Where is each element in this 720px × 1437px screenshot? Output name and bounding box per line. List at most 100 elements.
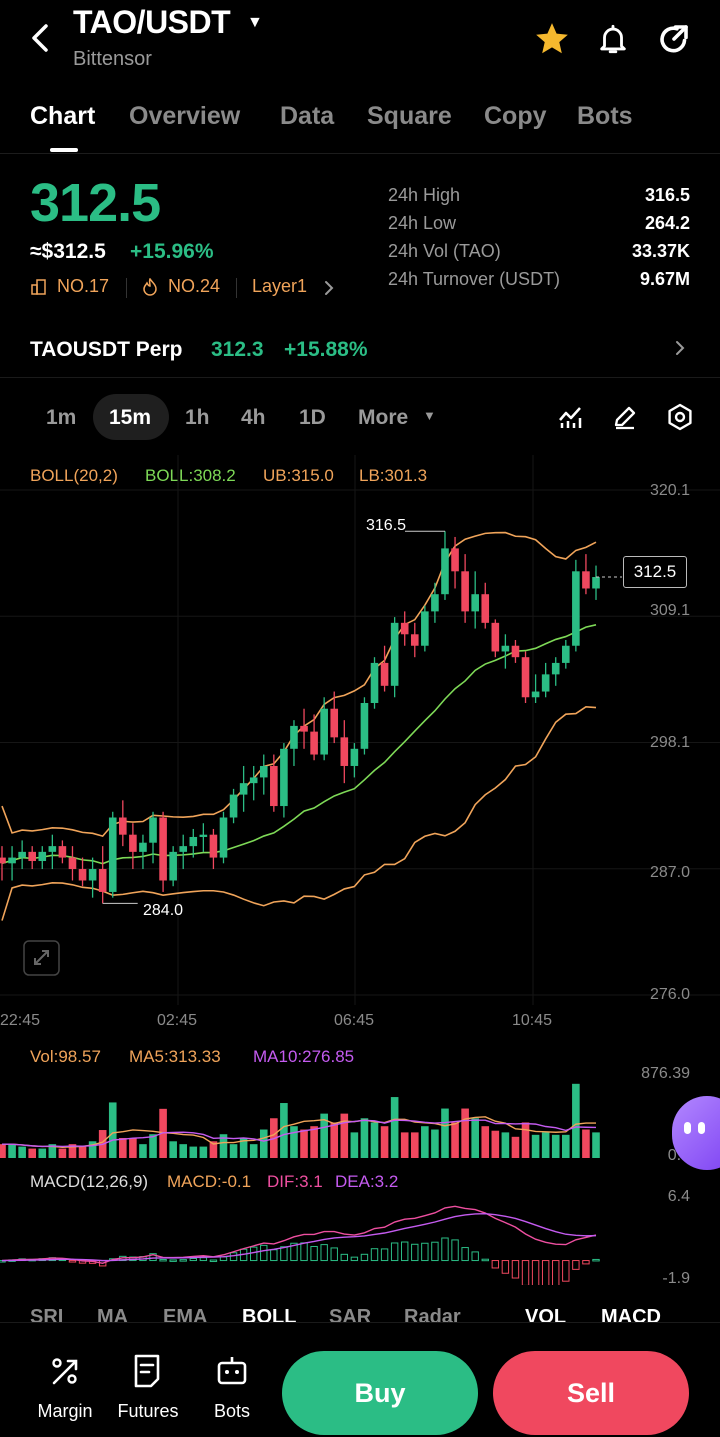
volume-bar [582, 1129, 590, 1158]
back-icon[interactable] [26, 18, 56, 58]
category-tag[interactable]: Layer1 [252, 276, 307, 297]
margin-icon [52, 1358, 78, 1385]
tab-chart[interactable]: Chart [30, 102, 95, 131]
bots-button[interactable]: Bots [197, 1353, 267, 1422]
candle-body [320, 708, 328, 755]
interval-4h[interactable]: 4h [241, 406, 266, 430]
share-icon[interactable] [656, 20, 692, 58]
interval-1h[interactable]: 1h [185, 406, 210, 430]
chevron-right-icon[interactable] [323, 280, 335, 296]
fullscreen-icon[interactable] [23, 940, 60, 976]
indicator-tabs: SRI MA EMA BOLL SAR Radar VOL MACD [0, 1300, 720, 1324]
volume-bar [28, 1148, 37, 1158]
candle-body [159, 817, 167, 881]
draw-icon[interactable] [612, 404, 638, 430]
flame-icon [143, 278, 157, 296]
chevron-down-icon[interactable]: ▼ [247, 14, 263, 32]
macd-histogram-bar [179, 1259, 187, 1262]
macd-histogram-bar [552, 1260, 560, 1285]
macd-axis-bottom: -1.9 [662, 1270, 690, 1287]
futures-button[interactable]: Futures [113, 1353, 183, 1422]
candle-body [360, 702, 369, 749]
tab-overview[interactable]: Overview [129, 102, 240, 131]
candle-body [310, 731, 318, 755]
interval-1d[interactable]: 1D [299, 406, 326, 430]
volume-bar [390, 1097, 399, 1158]
candle-body [239, 783, 248, 795]
volume-bar [561, 1134, 570, 1158]
price-change: +15.96% [130, 240, 214, 263]
candle-body [461, 571, 469, 612]
candle-body [471, 594, 479, 612]
interval-bar: 1m 15m 1h 4h 1D More ▼ [0, 388, 720, 446]
margin-label: Margin [37, 1401, 93, 1421]
stat-vol-label: 24h Vol (TAO) [388, 241, 501, 261]
candle-body [88, 869, 97, 881]
market-cap-rank[interactable]: NO.17 [57, 276, 109, 297]
macd-histogram-bar [300, 1242, 308, 1262]
low-marker-label: 284.0 [143, 902, 184, 919]
volume-bar [451, 1122, 459, 1158]
vol-ma10: MA10:276.85 [253, 1047, 355, 1066]
bell-icon[interactable] [596, 20, 630, 58]
macd-histogram-bar [249, 1246, 258, 1262]
volume-chart [0, 1083, 600, 1158]
candle-body [592, 577, 600, 589]
volume-bar [501, 1132, 510, 1158]
futures-label: Futures [117, 1401, 179, 1421]
candle-body [451, 548, 459, 572]
tab-bots[interactable]: Bots [577, 102, 633, 131]
macd-histogram-bar [541, 1260, 550, 1285]
volume-bar [592, 1132, 600, 1158]
candle-body [169, 851, 177, 881]
interval-1m[interactable]: 1m [46, 406, 76, 430]
volume-bar [179, 1144, 188, 1158]
candlestick-chart[interactable] [0, 455, 720, 1005]
volume-bar [531, 1134, 540, 1158]
candle-body [139, 842, 147, 852]
candle-body [501, 645, 510, 652]
perp-row[interactable]: TAOUSDT Perp 312.3 +15.88% [0, 320, 720, 378]
bottom-bar: Margin Futures Bots Buy Sell [0, 1322, 720, 1437]
settings-icon[interactable] [666, 403, 694, 431]
candle-body [541, 674, 550, 692]
candle-body [551, 662, 560, 675]
stat-high-label: 24h High [388, 185, 461, 205]
pair-title[interactable]: TAO/USDT [73, 4, 231, 41]
tab-square[interactable]: Square [367, 102, 452, 131]
stat-turnover-value: 9.67M [639, 269, 690, 289]
indicator-icon[interactable] [558, 404, 584, 430]
candle-body [400, 622, 409, 635]
margin-button[interactable]: Margin [30, 1353, 100, 1422]
volume-bar [139, 1144, 147, 1158]
sell-button[interactable]: Sell [493, 1351, 689, 1435]
star-icon[interactable] [533, 20, 571, 58]
price-axis-label: 298.1 [649, 734, 690, 751]
hot-rank[interactable]: NO.24 [168, 276, 220, 297]
macd-histogram-bar [491, 1260, 500, 1269]
candle-body [511, 645, 520, 658]
volume-bar [481, 1126, 490, 1158]
chevron-down-icon[interactable]: ▼ [423, 408, 436, 423]
vol-value: Vol:98.57 [30, 1047, 101, 1066]
buy-button[interactable]: Buy [282, 1351, 478, 1435]
interval-more[interactable]: More [358, 406, 408, 430]
volume-bar [441, 1108, 449, 1158]
vol-ma5: MA5:313.33 [129, 1047, 221, 1066]
candle-body [300, 725, 308, 732]
volume-bar [249, 1144, 258, 1158]
macd-histogram-bar [340, 1253, 349, 1262]
tab-data[interactable]: Data [280, 102, 334, 131]
macd-histogram-bar [531, 1260, 540, 1285]
macd-histogram-bar [451, 1239, 459, 1262]
macd-axis-top: 6.4 [667, 1188, 690, 1205]
tab-copy[interactable]: Copy [484, 102, 547, 131]
candle-body [179, 846, 188, 852]
chevron-right-icon[interactable] [672, 336, 688, 360]
volume-bar [18, 1146, 26, 1158]
macd-histogram-bar [572, 1260, 580, 1270]
volume-bar [410, 1132, 419, 1158]
active-tab-indicator [50, 148, 78, 152]
interval-15m[interactable]: 15m [109, 406, 151, 430]
candle-body [390, 622, 399, 686]
